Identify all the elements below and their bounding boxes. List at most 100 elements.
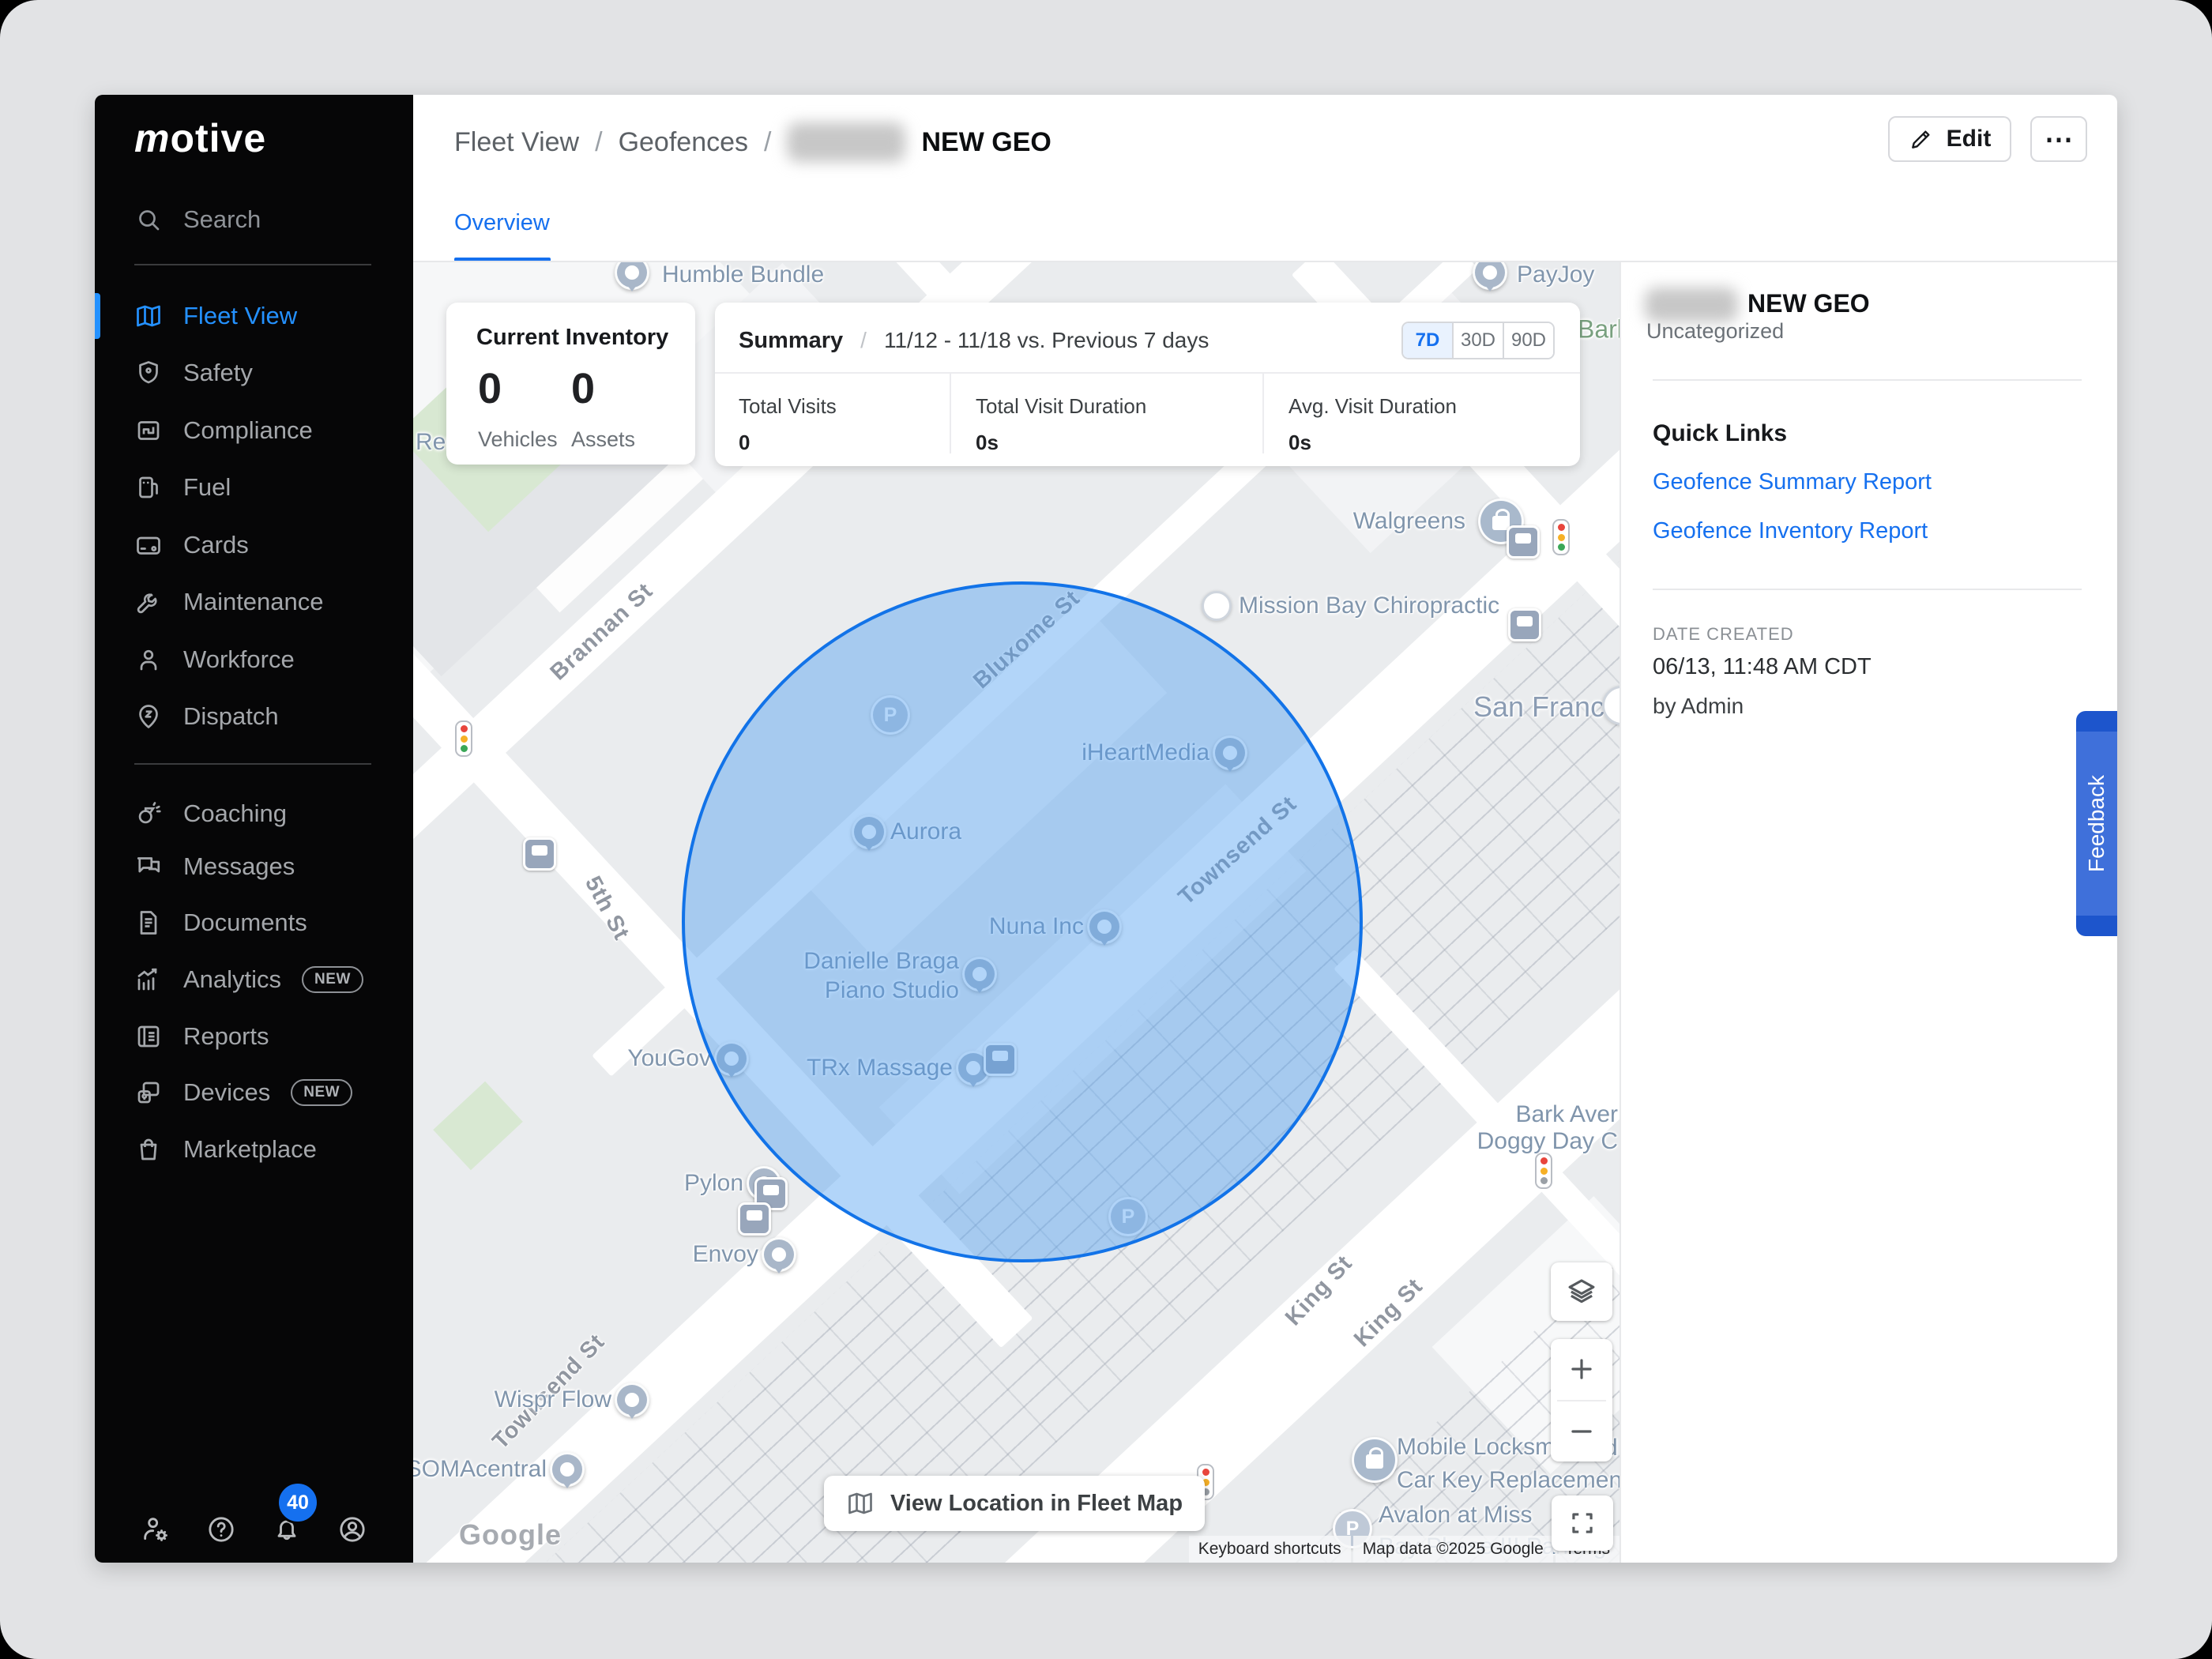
ellipsis-icon: ⋯: [2045, 122, 2073, 156]
summary-divider: [715, 372, 1580, 374]
geofence-inventory-report-link[interactable]: Geofence Inventory Report: [1653, 518, 1928, 544]
panel-divider: [1653, 589, 2082, 590]
toggle-30d[interactable]: 30D: [1452, 323, 1503, 358]
sidebar-item-coaching[interactable]: Coaching: [118, 791, 407, 837]
shopping-bag-icon: [134, 1135, 163, 1164]
poi-label: Bark Aver Doggy Day C: [1477, 1101, 1618, 1155]
map-fullscreen-button[interactable]: [1552, 1495, 1613, 1551]
sidebar-item-label: Fleet View: [183, 302, 297, 330]
sidebar-item-safety[interactable]: Safety: [118, 350, 407, 396]
traffic-light-icon: [1552, 519, 1570, 555]
metric-value: 0: [739, 431, 750, 455]
sidebar-item-reports[interactable]: Reports: [118, 1014, 407, 1059]
metric-divider: [950, 372, 951, 453]
poi-label-line1: Avalon at Miss: [1379, 1502, 1533, 1529]
pencil-icon: [1909, 126, 1934, 152]
inventory-title: Current Inventory: [476, 325, 668, 351]
sidebar-item-maintenance[interactable]: Maintenance: [118, 579, 407, 625]
breadcrumb-geofences[interactable]: Geofences: [619, 127, 748, 158]
person-icon: [134, 645, 163, 674]
sidebar-item-label: Compliance: [183, 416, 313, 445]
poi-label: Wispr Flow: [495, 1386, 611, 1413]
redacted-geofence-name: [787, 122, 905, 162]
sidebar-item-documents[interactable]: Documents: [118, 900, 407, 946]
fuel-pump-icon: [134, 473, 163, 502]
traffic-light-icon: [1535, 1153, 1552, 1189]
sidebar-item-devices[interactable]: Devices NEW: [118, 1070, 407, 1115]
keyboard-shortcuts-link[interactable]: Keyboard shortcuts: [1189, 1536, 1351, 1563]
google-logo: Google: [459, 1518, 562, 1552]
view-location-button[interactable]: View Location in Fleet Map: [824, 1476, 1205, 1531]
toggle-7d[interactable]: 7D: [1403, 323, 1452, 358]
geofence-circle[interactable]: [682, 581, 1363, 1262]
date-created-label: DATE CREATED: [1653, 624, 1794, 645]
sidebar-item-marketplace[interactable]: Marketplace: [118, 1127, 407, 1172]
poi-label: Envoy: [693, 1241, 758, 1268]
poi-label: Mission Bay Chiropractic: [1239, 592, 1499, 619]
poi-label: YouGov: [627, 1045, 711, 1072]
poi-pin-bag[interactable]: [1352, 1437, 1398, 1483]
edit-label: Edit: [1947, 126, 1992, 152]
poi-pin[interactable]: [762, 1237, 796, 1272]
tab-overview[interactable]: Overview: [454, 210, 550, 236]
sidebar-item-dispatch[interactable]: Dispatch: [118, 694, 407, 739]
poi-pin[interactable]: [1473, 262, 1507, 290]
poi-label: Walgreens: [1353, 508, 1465, 535]
poi-pin[interactable]: [550, 1452, 585, 1487]
poi-label-line1: Bark Aver: [1477, 1101, 1618, 1128]
poi-dot[interactable]: [1202, 591, 1232, 621]
map-layers-button[interactable]: [1551, 1262, 1612, 1321]
poi-label: PayJoy: [1517, 262, 1594, 288]
document-icon: [134, 908, 163, 937]
vehicles-value: 0: [478, 364, 502, 413]
credit-card-icon: [134, 531, 163, 559]
panel-divider: [1653, 379, 2082, 381]
page-title: NEW GEO: [921, 127, 1051, 158]
toggle-90d[interactable]: 90D: [1503, 323, 1553, 358]
sidebar-item-messages[interactable]: Messages: [118, 844, 407, 890]
sidebar-item-label: Analytics: [183, 965, 281, 994]
assets-label: Assets: [571, 427, 635, 452]
sidebar-item-fleet-view[interactable]: Fleet View: [118, 293, 407, 339]
map-park: [433, 1082, 523, 1171]
shield-icon: [134, 359, 163, 387]
poi-pin[interactable]: [615, 1382, 649, 1417]
sidebar-item-workforce[interactable]: Workforce: [118, 637, 407, 683]
sidebar-item-label: Documents: [183, 908, 307, 937]
park-label-cut: Barl: [1578, 315, 1620, 344]
breadcrumb-fleet-view[interactable]: Fleet View: [454, 127, 579, 158]
feedback-tab[interactable]: Feedback: [2076, 711, 2117, 936]
devices-icon: [134, 1078, 163, 1107]
breadcrumb: Fleet View / Geofences / NEW GEO: [454, 117, 1051, 167]
desktop-background: motive Search Fleet View Safety Complian…: [0, 0, 2212, 1659]
sidebar-item-analytics[interactable]: Analytics NEW: [118, 957, 407, 1003]
current-inventory-card: Current Inventory 0 0 Vehicles Assets: [446, 303, 695, 465]
account-icon[interactable]: [337, 1514, 368, 1545]
more-actions-button[interactable]: ⋯: [2030, 116, 2087, 162]
new-badge: NEW: [291, 1079, 352, 1106]
sidebar-item-fuel[interactable]: Fuel: [118, 465, 407, 510]
zoom-in-button[interactable]: [1551, 1339, 1612, 1400]
sidebar-item-label: Reports: [183, 1022, 269, 1051]
period-toggle: 7D 30D 90D: [1401, 322, 1555, 359]
sidebar-item-label: Workforce: [183, 645, 295, 674]
fullscreen-icon: [1567, 1508, 1597, 1538]
notification-badge[interactable]: 40: [276, 1481, 319, 1524]
sidebar-item-label: Dispatch: [183, 702, 279, 731]
edit-button[interactable]: Edit: [1888, 116, 2011, 162]
vehicles-label: Vehicles: [478, 427, 558, 452]
whistle-icon: [134, 799, 163, 828]
help-icon[interactable]: [205, 1514, 237, 1545]
zoom-out-button[interactable]: [1551, 1401, 1612, 1462]
detail-panel: NEW GEO Uncategorized Quick Links Geofen…: [1620, 262, 2117, 1563]
metric-value: 0s: [1288, 431, 1311, 455]
map-data-label: Map data ©2025 Google: [1353, 1536, 1553, 1563]
sidebar-search[interactable]: Search: [134, 205, 261, 234]
geofence-summary-report-link[interactable]: Geofence Summary Report: [1653, 469, 1932, 495]
sidebar-item-compliance[interactable]: Compliance: [118, 408, 407, 453]
wrench-icon: [134, 588, 163, 616]
poi-label-line2: Doggy Day C: [1477, 1128, 1618, 1155]
user-settings-icon[interactable]: [140, 1514, 171, 1545]
date-created-value: 06/13, 11:48 AM CDT: [1653, 654, 1872, 680]
sidebar-item-cards[interactable]: Cards: [118, 522, 407, 568]
